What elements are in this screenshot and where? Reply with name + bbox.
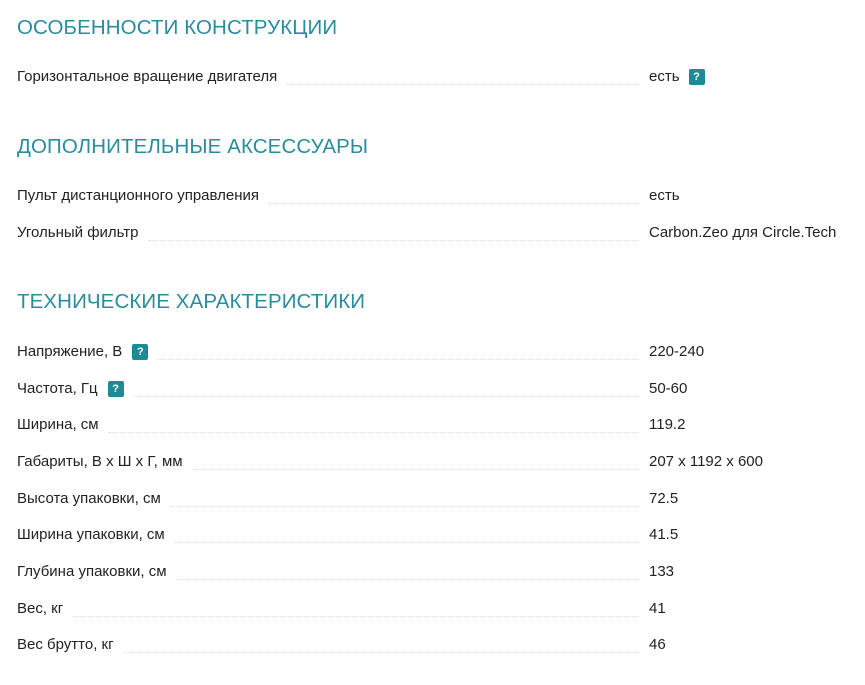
spec-row-remote-control: Пульт дистанционного управления есть bbox=[17, 185, 857, 207]
leader-dots bbox=[176, 578, 639, 580]
leader-dots bbox=[287, 83, 639, 85]
spec-label: Напряжение, В bbox=[17, 343, 123, 360]
section-title: ТЕХНИЧЕСКИЕ ХАРАКТЕРИСТИКИ bbox=[17, 290, 366, 313]
spec-value: 50-60 bbox=[649, 380, 688, 397]
spec-value: 41.5 bbox=[649, 526, 679, 543]
spec-value: 119.2 bbox=[649, 416, 686, 433]
spec-value: есть bbox=[649, 187, 680, 204]
spec-value: 41 bbox=[649, 600, 666, 617]
spec-row-frequency: Частота, Гц ? 50-60 bbox=[17, 378, 857, 400]
leader-dots bbox=[170, 505, 639, 507]
spec-value: 46 bbox=[649, 636, 666, 653]
section-title: ДОПОЛНИТЕЛЬНЫЕ АКСЕССУАРЫ bbox=[17, 135, 369, 158]
spec-label: Ширина, см bbox=[17, 416, 99, 433]
leader-dots bbox=[158, 358, 639, 360]
spec-value: есть bbox=[649, 68, 680, 85]
spec-value: 133 bbox=[649, 563, 675, 580]
spec-row-carbon-filter: Угольный фильтр Carbon.Zeo для Circle.Te… bbox=[17, 222, 857, 244]
spec-label: Ширина упаковки, см bbox=[17, 526, 165, 543]
spec-row-horizontal-rotation: Горизонтальное вращение двигателя есть ? bbox=[17, 66, 857, 88]
leader-dots bbox=[269, 202, 639, 204]
spec-row-gross-weight: Вес брутто, кг 46 bbox=[17, 634, 857, 656]
spec-row-package-depth: Глубина упаковки, см 133 bbox=[17, 561, 857, 583]
spec-value: 72.5 bbox=[649, 490, 679, 507]
spec-label: Угольный фильтр bbox=[17, 224, 139, 241]
leader-dots bbox=[174, 541, 639, 543]
help-icon[interactable]: ? bbox=[132, 344, 149, 360]
spec-label: Пульт дистанционного управления bbox=[17, 187, 260, 204]
spec-value: Carbon.Zeo для Circle.Tech bbox=[649, 224, 837, 241]
spec-row-width: Ширина, см 119.2 bbox=[17, 414, 857, 436]
spec-row-weight: Вес, кг 41 bbox=[17, 598, 857, 620]
section-design-features: ОСОБЕННОСТИ КОНСТРУКЦИИ Горизонтальное в… bbox=[17, 16, 857, 85]
spec-label: Вес брутто, кг bbox=[17, 636, 114, 653]
help-icon[interactable]: ? bbox=[107, 381, 124, 397]
leader-dots bbox=[123, 651, 639, 653]
leader-dots bbox=[108, 431, 639, 433]
leader-dots bbox=[148, 239, 639, 241]
leader-dots bbox=[73, 615, 639, 617]
spec-value: 207 x 1192 x 600 bbox=[649, 453, 763, 470]
spec-value: 220-240 bbox=[649, 343, 705, 360]
spec-row-voltage: Напряжение, В ? 220-240 bbox=[17, 341, 857, 363]
spec-label: Габариты, В х Ш х Г, мм bbox=[17, 453, 183, 470]
spec-row-dimensions: Габариты, В х Ш х Г, мм 207 x 1192 x 600 bbox=[17, 451, 857, 473]
spec-row-package-height: Высота упаковки, см 72.5 bbox=[17, 488, 857, 510]
section-additional-accessories: ДОПОЛНИТЕЛЬНЫЕ АКСЕССУАРЫ Пульт дистанци… bbox=[17, 135, 857, 241]
spec-row-package-width: Ширина упаковки, см 41.5 bbox=[17, 524, 857, 546]
leader-dots bbox=[192, 468, 639, 470]
spec-label: Глубина упаковки, см bbox=[17, 563, 167, 580]
spec-label: Вес, кг bbox=[17, 600, 64, 617]
spec-label: Горизонтальное вращение двигателя bbox=[17, 68, 278, 85]
spec-label: Высота упаковки, см bbox=[17, 490, 161, 507]
spec-label: Частота, Гц bbox=[17, 380, 98, 397]
section-technical-specs: ТЕХНИЧЕСКИЕ ХАРАКТЕРИСТИКИ Напряжение, В… bbox=[17, 290, 857, 653]
leader-dots bbox=[133, 395, 639, 397]
help-icon[interactable]: ? bbox=[688, 69, 705, 85]
section-title: ОСОБЕННОСТИ КОНСТРУКЦИИ bbox=[17, 16, 338, 39]
